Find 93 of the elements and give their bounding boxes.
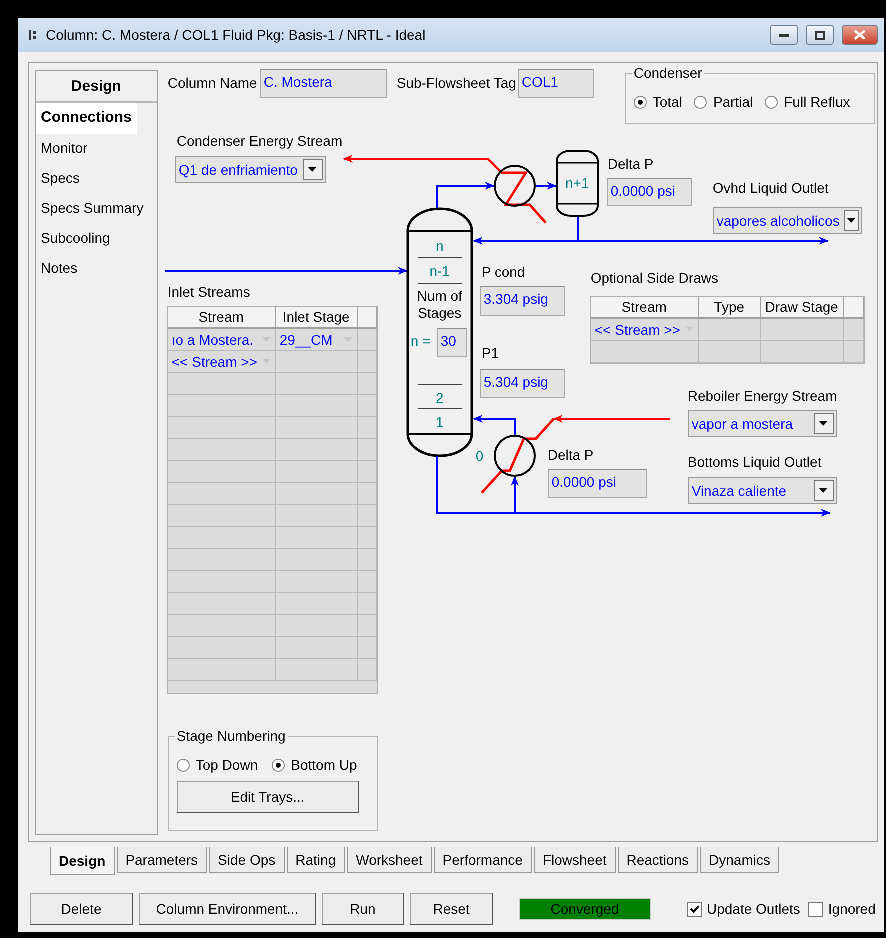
caret-icon [819, 488, 828, 494]
p1-field[interactable]: 5.304 psig [480, 369, 565, 398]
reboiler-icon [494, 435, 536, 477]
action-button[interactable]: Reset [410, 893, 493, 925]
column-header[interactable]: Draw Stage [760, 297, 844, 319]
condenser-group-title: Condenser [632, 65, 704, 81]
check-icon [690, 904, 700, 914]
num-stages-field[interactable]: 30 [436, 328, 467, 357]
reflux-drum-drawing [556, 150, 599, 217]
stage-label: 2 [434, 390, 445, 406]
side-draws-label: Optional Side Draws [590, 270, 718, 286]
condenser-radio[interactable]: Total [634, 94, 682, 110]
sidebar-item[interactable]: Notes [36, 254, 83, 284]
table-cell[interactable]: << Stream >> [168, 351, 276, 373]
column-header [358, 307, 377, 329]
stage-numbering-radio[interactable]: Top Down [176, 757, 258, 773]
action-button[interactable]: Column Environment... [139, 893, 316, 925]
tab[interactable]: Flowsheet [534, 847, 616, 873]
tab[interactable]: Parameters [116, 847, 208, 873]
p1-label: P1 [482, 345, 499, 361]
column-name-label: Column Name [168, 75, 258, 91]
reboiler-label: 0 [476, 448, 484, 464]
stage-numbering-radio[interactable]: Bottom Up [272, 757, 358, 773]
table-cell [698, 319, 761, 341]
n-equals-label: n = [410, 333, 431, 349]
subflowsheet-tag-label: Sub-Flowsheet Tag [396, 75, 516, 91]
p-cond-field[interactable]: 3.304 psig [480, 286, 565, 316]
ovhd-outlet-label: Ovhd Liquid Outlet [712, 180, 829, 196]
reboiler-return-arrow [472, 415, 516, 436]
action-button[interactable]: Delete [30, 893, 133, 925]
status-indicator: Converged [519, 898, 651, 920]
condenser-energy-label: Condenser Energy Stream [176, 133, 343, 149]
condenser-icon [494, 165, 536, 207]
subflowsheet-tag-field[interactable]: COL1 [518, 69, 594, 98]
condensate-arrow [536, 182, 557, 190]
delta-p-label: Delta P [548, 447, 594, 463]
minimize-icon [779, 33, 789, 37]
tab[interactable]: Performance [434, 847, 532, 873]
stage-label: n-1 [428, 263, 451, 279]
table-cell[interactable]: 29__CM [276, 329, 358, 351]
ovhd-outlet-dropdown[interactable]: vapores alcoholicos [712, 207, 862, 234]
sidebar-item[interactable]: Subcooling [36, 224, 116, 254]
delta-p-label: Delta P [608, 156, 654, 172]
caret-icon [819, 420, 828, 426]
minimize-button[interactable] [770, 25, 798, 45]
delta-p-field[interactable]: 0.0000 psi [606, 178, 692, 206]
condenser-energy-dropdown[interactable]: Q1 de enfriamiento [174, 156, 326, 183]
overhead-vapor-arrow [436, 182, 495, 209]
maximize-icon [815, 30, 825, 40]
column-header[interactable]: Type [698, 297, 761, 319]
tab[interactable]: Worksheet [347, 847, 432, 873]
condenser-radio[interactable]: Partial [694, 94, 754, 110]
inlet-streams-label: Inlet Streams [168, 284, 250, 300]
drum-label: n+1 [564, 175, 590, 191]
checkbox[interactable]: Ignored [808, 901, 876, 917]
tab[interactable]: Design [50, 847, 115, 875]
p-cond-label: P cond [482, 264, 526, 280]
reboiler-energy-dropdown[interactable]: vapor a mostera [688, 410, 837, 437]
edit-trays-button[interactable]: Edit Trays... [176, 781, 359, 813]
condenser-radio[interactable]: Full Reflux [765, 94, 850, 110]
delta-p-field[interactable]: 0.0000 psi [548, 469, 647, 498]
sidebar-item[interactable]: Monitor [36, 134, 93, 164]
caret-icon [846, 218, 856, 224]
tab[interactable]: Dynamics [700, 847, 780, 873]
column-header [844, 297, 864, 319]
column-header[interactable]: Stream [168, 307, 276, 329]
checkbox[interactable]: Update Outlets [687, 901, 800, 917]
close-icon [854, 30, 866, 40]
bottoms-outlet-dropdown[interactable]: Vinaza caliente [688, 477, 837, 504]
window-icon [28, 29, 38, 41]
window-title: Column: C. Mostera / COL1 Fluid Pkg: Basis-1 / NRTL - Ideal [46, 27, 427, 43]
sidebar-item[interactable]: Specs [36, 164, 85, 194]
tab[interactable]: Reactions [618, 847, 698, 873]
tab[interactable]: Rating [286, 847, 346, 873]
caret-icon [308, 166, 318, 172]
stage-label: n [434, 238, 445, 254]
column-header[interactable]: Inlet Stage [276, 307, 358, 329]
column-name-field[interactable]: C. Mostera [260, 69, 387, 98]
maximize-button[interactable] [806, 25, 834, 45]
reboiler-energy-label: Reboiler Energy Stream [688, 388, 838, 404]
sidebar-item[interactable]: Connections [36, 103, 137, 134]
stage-numbering-title: Stage Numbering [174, 728, 288, 744]
bottoms-outlet-label: Bottoms Liquid Outlet [688, 454, 822, 470]
reboiler-feed-arrow [510, 476, 519, 513]
close-button[interactable] [842, 25, 878, 45]
table-cell[interactable]: << Stream >> [590, 319, 699, 341]
action-button[interactable]: Run [322, 893, 404, 925]
tab[interactable]: Side Ops [209, 847, 285, 873]
column-header[interactable]: Stream [590, 297, 699, 319]
num-stages-label: Num of Stages [416, 288, 464, 322]
table-cell[interactable]: ıo a Mostera. [168, 329, 276, 351]
sidebar-item[interactable]: Specs Summary [36, 194, 149, 224]
stage-label: 1 [434, 414, 445, 430]
